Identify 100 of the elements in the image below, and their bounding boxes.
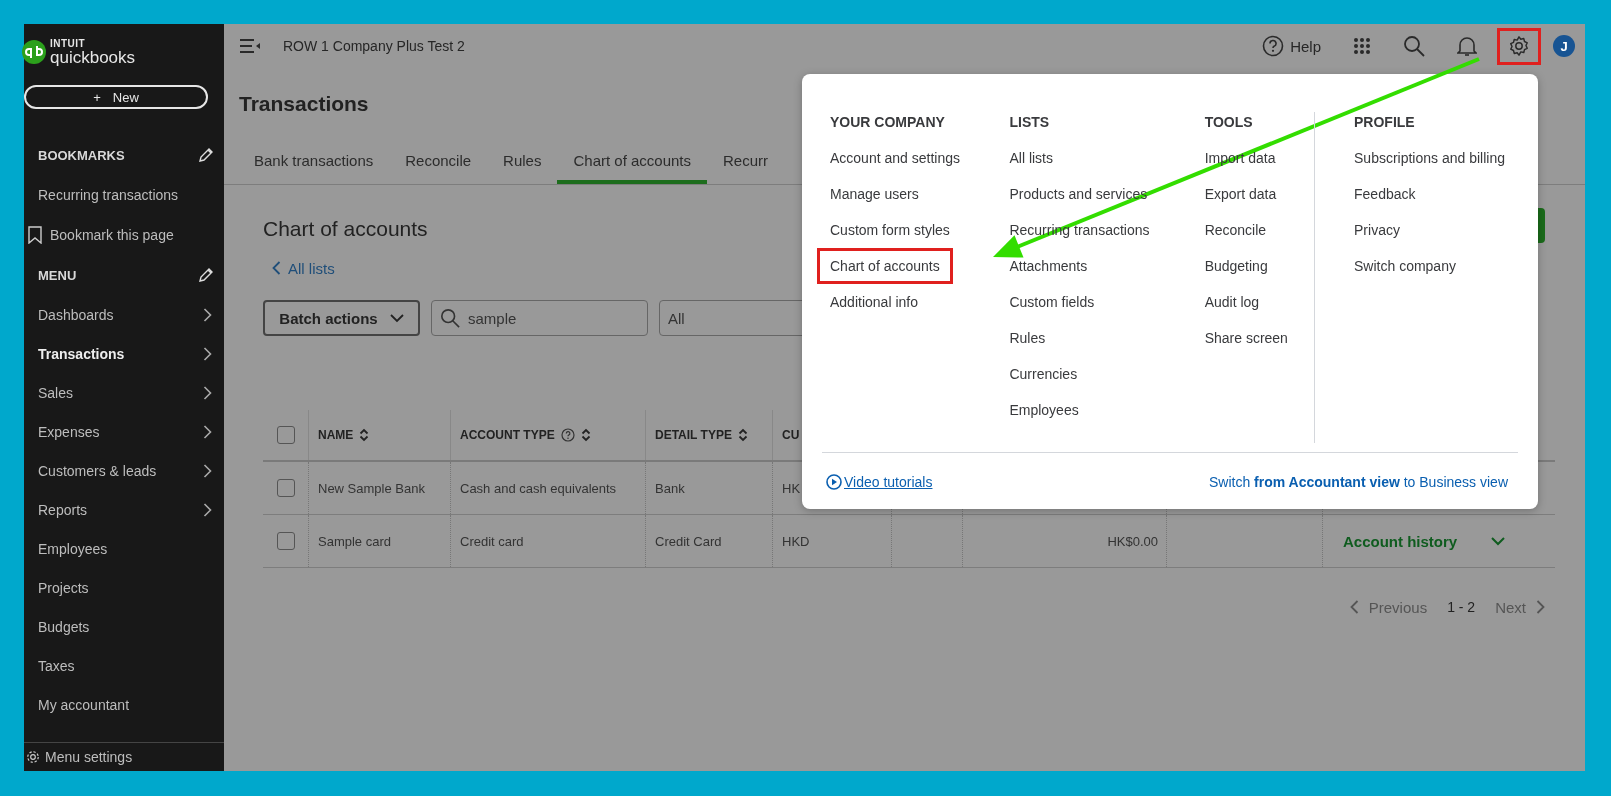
column-header[interactable]: DETAIL TYPE [655,428,732,442]
menu-item[interactable]: Attachments [996,248,1101,284]
table-cell: Sample card [318,533,391,549]
nav-item[interactable]: Bookmark this page [24,215,224,255]
chevron-right-icon [1536,600,1545,614]
checkbox[interactable] [276,426,295,444]
menu-item[interactable]: Manage users [817,176,932,212]
brand-name: INTUIT [50,38,87,49]
menu-item[interactable]: Reconcile [1191,212,1280,248]
table-cell: Credit Card [655,533,722,549]
tab[interactable]: Reconcile [389,140,488,184]
nav-item[interactable]: Customers & leads [24,451,224,490]
product-name: quickbooks [50,48,136,66]
chevron-left-icon [1349,600,1359,614]
menu-icon[interactable] [240,39,260,53]
video-tutorials-link[interactable]: Video tutorials [844,474,933,490]
chevron-right-icon [203,385,212,400]
sort-icon[interactable] [580,428,591,442]
bell-icon[interactable] [1457,35,1477,57]
menu-item[interactable]: Export data [1191,176,1290,212]
menu-item[interactable]: Custom fields [996,284,1108,320]
table-cell: Credit card [460,533,524,549]
search-field[interactable]: sample [431,300,648,336]
table-cell: Bank [655,480,685,496]
chevron-left-icon [272,261,281,275]
info-icon [560,428,575,442]
apps-grid-icon[interactable] [1353,37,1371,55]
nav-item[interactable]: Expenses [24,412,224,451]
chevron-down-icon[interactable] [1491,536,1506,546]
menu-heading: LISTS [1009,113,1050,132]
chevron-right-icon [203,307,212,322]
settings-button[interactable] [1497,27,1541,65]
menu-item[interactable]: Additional info [817,284,931,320]
nav-item[interactable]: Reports [24,490,224,529]
tab[interactable]: Recurr [707,140,785,184]
section-heading: Chart of accounts [263,216,428,242]
help-link[interactable]: Help [1290,37,1321,55]
company-name: ROW 1 Company Plus Test 2 [283,38,465,54]
tab[interactable]: Chart of accounts [557,140,708,184]
help-icon[interactable] [1262,35,1285,57]
menu-item[interactable]: Employees [996,392,1092,428]
new-button[interactable]: + New [24,85,208,109]
menu-item[interactable]: All lists [996,140,1066,176]
nav-item[interactable]: Recurring transactions [24,175,224,215]
nav-item[interactable]: Taxes [24,646,224,685]
chevron-right-icon [203,502,212,517]
switch-view-link[interactable]: Switch from Accountant view to Business view [1208,474,1508,490]
play-icon [826,474,842,490]
chevron-right-icon [203,346,212,361]
pencil-icon[interactable] [198,147,214,163]
menu-item[interactable]: Chart of accounts [817,248,953,284]
column-header[interactable]: NAME [318,428,354,442]
gear-icon [26,750,40,764]
search-icon[interactable] [1403,35,1425,57]
table-cell: HK [782,480,801,496]
menu-heading: PROFILE [1354,113,1415,132]
user-avatar[interactable]: J [1553,35,1575,57]
table-cell: HKD [782,533,810,549]
page-title: Transactions [239,91,370,117]
menu-item[interactable]: Switch company [1341,248,1469,284]
search-icon [440,308,460,328]
menu-heading: TOOLS [1204,113,1253,132]
menu-item[interactable]: Feedback [1341,176,1429,212]
nav-item[interactable]: Transactions [24,334,224,373]
menu-item[interactable]: Privacy [1341,212,1413,248]
gear-icon [1508,35,1530,57]
column-header[interactable]: ACCOUNT TYPE [460,428,555,442]
section-title: MENU [38,267,77,283]
nav-item[interactable]: Projects [24,568,224,607]
section-title: BOOKMARKS [38,147,125,163]
table-cell: Cash and cash equivalents [460,480,617,496]
nav-item[interactable]: Dashboards [24,295,224,334]
menu-item[interactable]: Custom form styles [817,212,963,248]
tab[interactable]: Bank transactions [238,140,390,184]
menu-item[interactable]: Audit log [1191,284,1273,320]
menu-item[interactable]: Currencies [996,356,1091,392]
sort-icon[interactable] [359,428,370,442]
nav-item[interactable]: Budgets [24,607,224,646]
nav-item[interactable]: Sales [24,373,224,412]
bookmark-icon [28,226,42,244]
column-header[interactable]: CU [782,428,800,442]
nav-item[interactable]: My accountant [24,685,224,724]
menu-item[interactable]: Products and services [996,176,1161,212]
batch-actions-button[interactable]: Batch actions [263,300,420,336]
nav-item[interactable]: Employees [24,529,224,568]
menu-item[interactable]: Subscriptions and billing [1341,140,1518,176]
tab[interactable]: Rules [487,140,558,184]
menu-settings-link[interactable]: Menu settings [45,749,133,765]
menu-item[interactable]: Rules [996,320,1059,356]
table-cell: HK$0.00 [1107,533,1158,549]
menu-item[interactable]: Budgeting [1191,248,1281,284]
page-range: 1 - 2 [1447,599,1476,615]
menu-item[interactable]: Share screen [1191,320,1301,356]
checkbox[interactable] [276,532,295,550]
pencil-icon[interactable] [198,267,214,283]
chevron-down-icon [389,313,404,323]
checkbox[interactable] [276,479,295,497]
sort-icon[interactable] [737,428,748,442]
menu-item[interactable]: Account and settings [817,140,973,176]
menu-heading: YOUR COMPANY [830,113,945,132]
